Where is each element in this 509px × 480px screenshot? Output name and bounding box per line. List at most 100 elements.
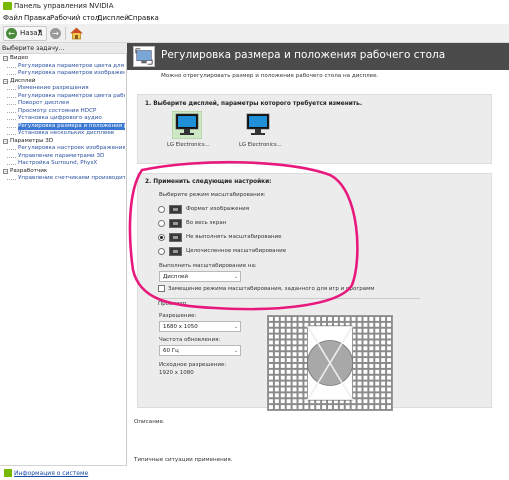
back-history-dropdown-icon[interactable]: ▼ [38, 29, 42, 35]
toolbar-separator [65, 27, 66, 40]
resolution-select[interactable]: 1680 x 1050 ⌄ [159, 321, 241, 332]
fullscreen-icon [169, 219, 182, 228]
display-select-section: 1. Выберите дисплей, параметры которого … [137, 94, 492, 164]
back-arrow-icon: ← [6, 28, 17, 39]
tree-item[interactable]: Настройка Surround, PhysX [18, 160, 125, 168]
display-1-icon[interactable] [172, 111, 202, 139]
scaling-mode-aspect-label: Формат изображения [186, 206, 249, 212]
system-info-link[interactable]: Информация о системе [14, 470, 88, 477]
tree-item[interactable]: Управление счетчиками производительности [18, 175, 125, 183]
tree-connector [7, 179, 16, 180]
tree-item[interactable]: Установка цифрового аудио [18, 115, 125, 123]
tree-category[interactable]: Видео [10, 55, 125, 63]
tree-item[interactable]: Управление параметрами 3D [18, 153, 125, 161]
resolution-preview [267, 315, 393, 411]
content-pane: Регулировка размера и положения рабочего… [127, 43, 509, 480]
collapse-icon[interactable]: − [3, 168, 8, 174]
collapse-icon[interactable]: − [3, 138, 8, 144]
collapse-icon[interactable]: − [3, 78, 8, 84]
chevron-down-icon: ⌄ [233, 274, 238, 280]
tree-connector [7, 119, 16, 120]
tree-connector [7, 74, 16, 75]
aspect-ratio-icon [169, 205, 182, 214]
refresh-rate-value: 60 Гц [163, 348, 179, 354]
tree-item[interactable]: Регулировка настроек изображения с просм… [18, 145, 125, 153]
integer-scaling-icon [169, 247, 182, 256]
tree-connector [7, 111, 16, 113]
display-section-title: 1. Выберите дисплей, параметры которого … [145, 101, 363, 107]
tree-item[interactable]: Просмотр состояния HDCP [18, 108, 125, 116]
menu-help[interactable]: Справка [128, 14, 159, 22]
tree-connector [7, 66, 16, 68]
scaling-on-label: Выполнить масштабирование на: [159, 263, 257, 269]
scaling-mode-radio-integer[interactable] [158, 248, 165, 255]
system-info-bar: Информация о системе [0, 465, 127, 480]
toolbar: ← Назад ▼ → [0, 24, 509, 43]
menu-edit[interactable]: Правка [24, 14, 51, 22]
chevron-down-icon: ⌄ [233, 348, 238, 354]
usage-label: Типичные ситуации применения. [134, 457, 233, 463]
collapse-icon[interactable]: − [3, 56, 8, 61]
system-info-icon [4, 469, 12, 477]
window-title: Панель управления NVIDIA [14, 2, 114, 10]
tree-item[interactable]: Регулировка параметров цвета рабочего ст… [18, 93, 125, 101]
scaling-mode-radio-aspect[interactable] [158, 206, 165, 213]
tree-connector [7, 96, 16, 98]
menu-file[interactable]: Файл [3, 14, 22, 22]
chevron-down-icon: ⌄ [233, 324, 238, 330]
desktop-size-icon [133, 46, 155, 67]
native-resolution-label: Исходное разрешение: [159, 362, 227, 368]
override-scaling-checkbox[interactable] [158, 285, 165, 292]
page-title: Регулировка размера и положения рабочего… [161, 49, 446, 61]
page-description: Можно отрегулировать размер и положение … [161, 73, 379, 79]
home-icon[interactable] [70, 27, 83, 40]
tree-category[interactable]: Дисплей [10, 78, 125, 86]
task-pane-header-label: Выберите задачу... [2, 45, 65, 52]
tree-item[interactable]: Регулировка параметров изображения для в… [18, 70, 125, 78]
menu-display[interactable]: Дисплей [97, 14, 129, 22]
scaling-mode-fullscreen-label: Во весь экран [186, 220, 227, 226]
resolution-label: Разрешение: [159, 313, 197, 319]
display-2-label: LG Electronics... [239, 142, 282, 148]
no-scaling-icon [169, 233, 182, 242]
scaling-mode-integer-label: Целочисленное масштабирование [186, 248, 287, 254]
refresh-rate-label: Частота обновления: [159, 337, 221, 343]
nvidia-app-icon [3, 2, 12, 10]
tree-item[interactable]: Установка нескольких дисплеев [18, 130, 125, 138]
page-header: Регулировка размера и положения рабочего… [127, 43, 509, 70]
scaling-mode-radio-fullscreen[interactable] [158, 220, 165, 227]
refresh-rate-select[interactable]: 60 Гц ⌄ [159, 345, 241, 356]
tree-item[interactable]: Поворот дисплея [18, 100, 125, 108]
scaling-on-value: Дисплей [163, 274, 188, 280]
tree-connector [7, 149, 16, 150]
tree-category[interactable]: Разработчик [10, 168, 125, 176]
scaling-mode-none-label: Не выполнять масштабирование [186, 234, 282, 240]
section-divider [158, 298, 420, 299]
tree-connector [7, 164, 16, 165]
forward-button[interactable]: → [50, 28, 61, 39]
tree-item[interactable]: Регулировка параметров цвета для видео [18, 63, 125, 71]
tree-connector [7, 134, 16, 135]
task-pane: Выберите задачу... Видео − Регулировка пар… [0, 43, 127, 480]
scaling-section-title: 2. Применить следующие настройки: [145, 179, 272, 185]
tree-item-selected[interactable]: Регулировка размера и положения рабочего… [18, 122, 125, 130]
override-scaling-label: Замещение режима масштабирования, заданн… [168, 286, 375, 292]
menu-desktop[interactable]: Рабочий стол [50, 14, 99, 22]
scaling-on-select[interactable]: Дисплей ⌄ [159, 271, 241, 282]
title-bar: Панель управления NVIDIA [0, 0, 509, 12]
tree-connector [7, 89, 16, 90]
tree-category[interactable]: Параметры 3D [10, 138, 125, 146]
menu-bar: Файл Правка Рабочий стол Дисплей Справка [0, 12, 509, 24]
display-1-label: LG Electronics... [167, 142, 210, 148]
resolution-value: 1680 x 1050 [163, 324, 198, 330]
preview-label: Просмотр [158, 301, 187, 307]
native-resolution-value: 1920 x 1080 [159, 370, 194, 376]
tree-connector [7, 126, 16, 128]
tree-connector [7, 156, 16, 158]
tree-connector [7, 104, 16, 105]
scaling-mode-label: Выберите режим масштабирования: [159, 192, 266, 198]
scaling-mode-radio-none[interactable] [158, 234, 165, 241]
display-2-icon[interactable] [243, 111, 273, 139]
description-label: Описание. [134, 419, 165, 425]
tree-item[interactable]: Изменение разрешения [18, 85, 125, 93]
